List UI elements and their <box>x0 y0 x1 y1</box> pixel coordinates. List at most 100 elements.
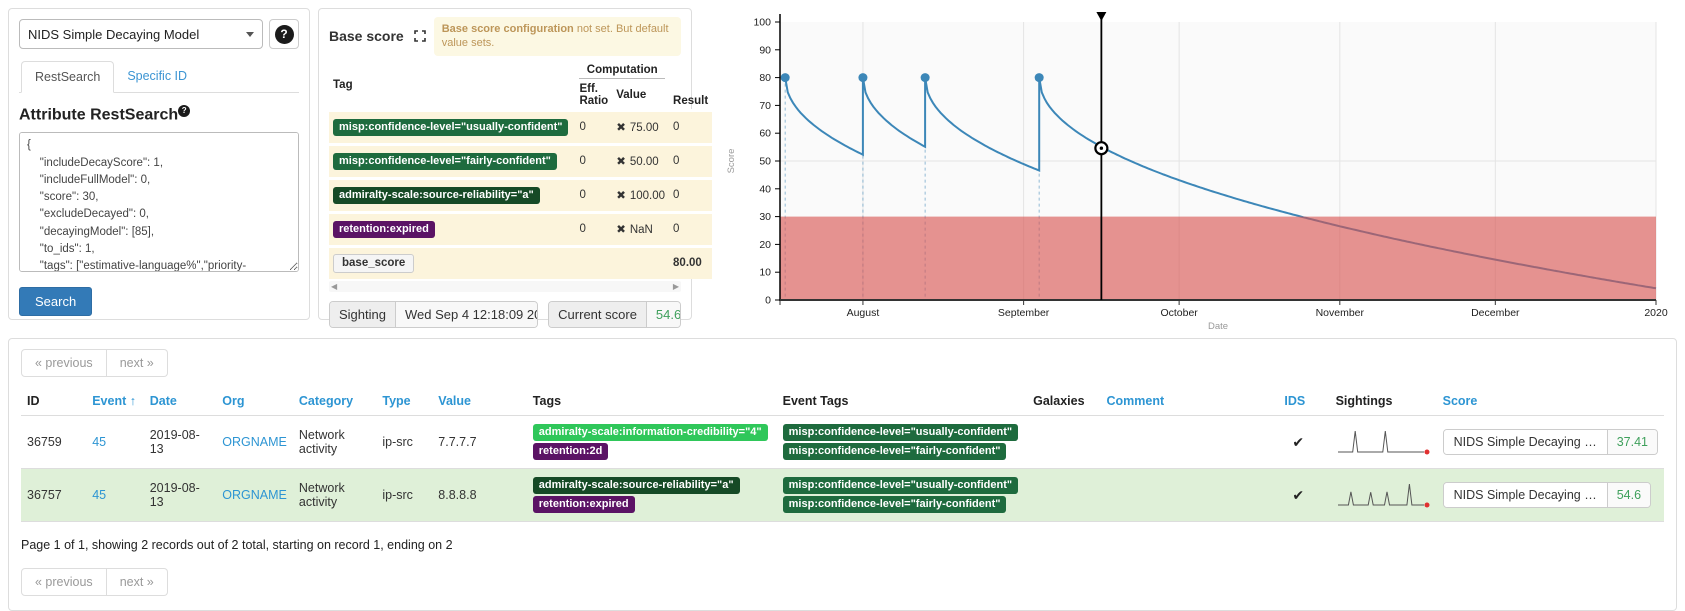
col-value: Value <box>612 81 669 111</box>
svg-text:80: 80 <box>759 72 771 84</box>
event-link[interactable]: 45 <box>92 488 106 502</box>
decay-chart[interactable]: 0102030405060708090100AugustSeptemberOct… <box>700 8 1677 326</box>
svg-text:September: September <box>998 307 1050 319</box>
tag-badge[interactable]: misp:confidence-level="fairly-confident" <box>783 443 1007 460</box>
previous-page-button[interactable]: « previous <box>21 568 107 596</box>
tag-badge: misp:confidence-level="fairly-confident" <box>333 153 557 170</box>
score-group: NIDS Simple Decaying … 37.41 <box>1443 429 1658 455</box>
model-help-button[interactable]: ? <box>269 19 299 49</box>
results-panel: « previous next » ID Event ↑ Date Org Ca… <box>8 338 1677 611</box>
cell-galaxies <box>1027 416 1100 469</box>
col-tags: Tags <box>527 387 777 416</box>
col-ids[interactable]: IDS <box>1278 387 1329 416</box>
multiply-icon: ✖ <box>616 156 626 168</box>
org-link[interactable]: ORGNAME <box>222 488 287 502</box>
col-org[interactable]: Org <box>216 387 293 416</box>
horizontal-scrollbar[interactable]: ◀ ▶ <box>329 281 681 292</box>
caret-down-icon <box>246 32 254 37</box>
cell-event-tags: misp:confidence-level="usually-confident… <box>777 416 1027 469</box>
col-score[interactable]: Score <box>1437 387 1664 416</box>
cell-comment <box>1101 469 1279 522</box>
multiply-icon: ✖ <box>616 122 626 134</box>
cell-id: 36757 <box>21 469 86 522</box>
svg-text:10: 10 <box>759 267 771 279</box>
base-score-row: retention:expired 0 ✖NaN 0 <box>329 212 712 246</box>
col-id: ID <box>21 387 86 416</box>
scroll-right-icon[interactable]: ▶ <box>673 282 679 291</box>
svg-text:50: 50 <box>759 156 771 168</box>
results-table: ID Event ↑ Date Org Category Type Value … <box>21 387 1664 522</box>
org-link[interactable]: ORGNAME <box>222 435 287 449</box>
ids-check-icon: ✔ <box>1284 434 1304 450</box>
col-category[interactable]: Category <box>293 387 376 416</box>
base-score-row: misp:confidence-level="fairly-confident"… <box>329 144 712 178</box>
col-comment[interactable]: Comment <box>1101 387 1279 416</box>
svg-text:90: 90 <box>759 44 771 56</box>
model-panel: NIDS Simple Decaying Model ? RestSearch … <box>8 8 310 320</box>
col-computation: Computation <box>575 62 669 81</box>
pagination-bottom: « previous next » <box>21 568 168 596</box>
col-type[interactable]: Type <box>376 387 432 416</box>
restsearch-body-input[interactable]: { "includeDecayScore": 1, "includeFullMo… <box>19 132 299 272</box>
tag-badge[interactable]: admiralty-scale:information-credibility=… <box>533 424 768 441</box>
current-score-label: Current score <box>549 302 647 327</box>
col-date[interactable]: Date <box>144 387 217 416</box>
base-score-table: Tag Computation Result Eff. Ratio Value … <box>329 62 712 279</box>
svg-text:60: 60 <box>759 128 771 140</box>
cell-type: ip-src <box>376 416 432 469</box>
score-model-button[interactable]: NIDS Simple Decaying … <box>1444 483 1608 507</box>
previous-page-button[interactable]: « previous <box>21 349 107 377</box>
cell-galaxies <box>1027 469 1100 522</box>
search-button[interactable]: Search <box>19 287 92 316</box>
tag-badge: admiralty-scale:source-reliability="a" <box>333 187 540 204</box>
multiply-icon: ✖ <box>616 224 626 236</box>
decay-chart-svg[interactable]: 0102030405060708090100AugustSeptemberOct… <box>700 8 1677 338</box>
svg-text:November: November <box>1316 307 1365 319</box>
col-event-tags: Event Tags <box>777 387 1027 416</box>
svg-text:40: 40 <box>759 183 771 195</box>
svg-text:0: 0 <box>765 295 771 307</box>
score-group: NIDS Simple Decaying … 54.6 <box>1443 482 1651 508</box>
tab-specific-id[interactable]: Specific ID <box>114 61 200 92</box>
col-value[interactable]: Value <box>432 387 526 416</box>
tag-badge[interactable]: misp:confidence-level="usually-confident… <box>783 477 1018 494</box>
next-page-button[interactable]: next » <box>107 349 168 377</box>
svg-text:100: 100 <box>753 17 771 29</box>
tab-restsearch[interactable]: RestSearch <box>21 61 114 93</box>
cell-date: 2019-08-13 <box>144 416 217 469</box>
top-section: NIDS Simple Decaying Model ? RestSearch … <box>0 0 1685 326</box>
base-score-panel: Base score Base score configuration not … <box>318 8 692 320</box>
tag-badge[interactable]: misp:confidence-level="fairly-confident" <box>783 496 1007 513</box>
event-link[interactable]: 45 <box>92 435 106 449</box>
current-score-group: Current score 54.60 <box>548 301 681 328</box>
svg-text:70: 70 <box>759 100 771 112</box>
col-galaxies: Galaxies <box>1027 387 1100 416</box>
cell-comment <box>1101 416 1279 469</box>
svg-text:Score: Score <box>726 149 737 174</box>
col-event[interactable]: Event ↑ <box>86 387 144 416</box>
tag-badge: retention:expired <box>333 221 435 238</box>
col-tag: Tag <box>329 62 575 111</box>
tag-badge[interactable]: retention:expired <box>533 496 635 513</box>
tag-badge[interactable]: admiralty-scale:source-reliability="a" <box>533 477 740 494</box>
model-select[interactable]: NIDS Simple Decaying Model <box>19 19 263 49</box>
cell-event-tags: misp:confidence-level="usually-confident… <box>777 469 1027 522</box>
search-tabs: RestSearch Specific ID <box>19 61 299 93</box>
base-score-row: misp:confidence-level="usually-confident… <box>329 110 712 144</box>
tag-badge[interactable]: retention:2d <box>533 443 609 460</box>
question-icon: ? <box>275 25 294 44</box>
scroll-left-icon[interactable]: ◀ <box>331 282 337 291</box>
base-score-row: admiralty-scale:source-reliability="a" 0… <box>329 178 712 212</box>
pagination-summary: Page 1 of 1, showing 2 records out of 2 … <box>21 538 1664 552</box>
cell-tags: admiralty-scale:information-credibility=… <box>527 416 777 469</box>
tag-badge[interactable]: misp:confidence-level="usually-confident… <box>783 424 1018 441</box>
expand-icon[interactable] <box>414 30 426 42</box>
next-page-button[interactable]: next » <box>107 568 168 596</box>
col-sightings: Sightings <box>1330 387 1437 416</box>
pagination-top: « previous next » <box>21 349 168 377</box>
cell-type: ip-src <box>376 469 432 522</box>
score-model-button[interactable]: NIDS Simple Decaying … <box>1444 430 1608 454</box>
svg-text:October: October <box>1160 307 1198 319</box>
sighting-group: Sighting Wed Sep 4 12:18:09 2019 <box>329 301 538 328</box>
base-score-warning: Base score configuration not set. But de… <box>434 17 681 56</box>
